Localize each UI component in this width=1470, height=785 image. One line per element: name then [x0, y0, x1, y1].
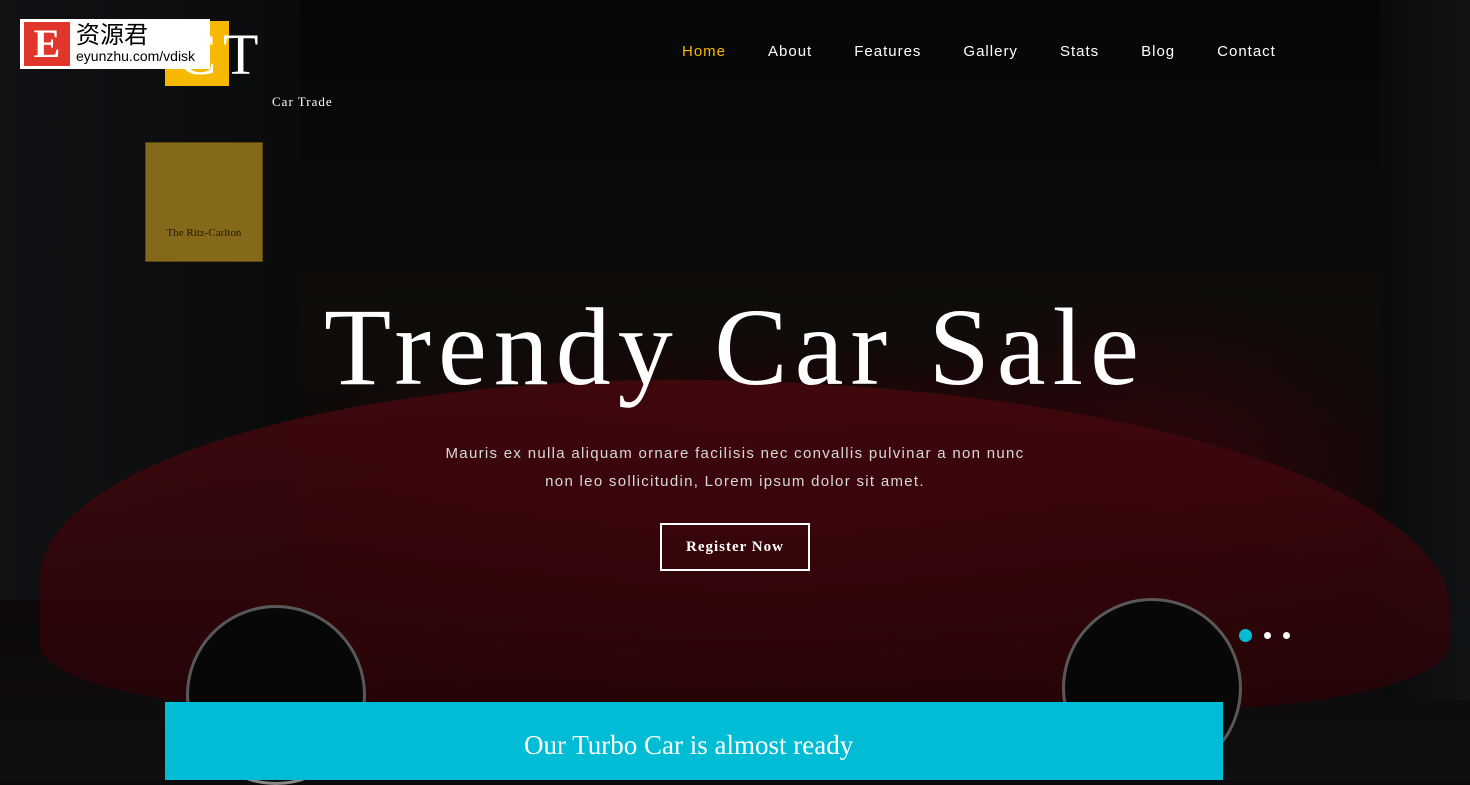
nav-home[interactable]: Home [682, 43, 726, 60]
slider-dot-3[interactable] [1283, 632, 1290, 639]
slider-dot-1[interactable] [1239, 629, 1252, 642]
nav-about[interactable]: About [768, 43, 812, 60]
nav-stats[interactable]: Stats [1060, 43, 1099, 60]
announcement-banner: Our Turbo Car is almost ready [165, 702, 1223, 780]
nav-contact[interactable]: Contact [1217, 43, 1276, 60]
slider-dots [1239, 629, 1290, 642]
register-now-button[interactable]: Register Now [660, 523, 810, 571]
main-nav: Home About Features Gallery Stats Blog C… [682, 43, 1318, 60]
watermark-logo: E [24, 22, 70, 66]
nav-features[interactable]: Features [854, 43, 921, 60]
logo-tagline: Car Trade [272, 94, 333, 109]
nav-blog[interactable]: Blog [1141, 43, 1175, 60]
watermark-title: 资源君 [76, 22, 148, 49]
banner-text: Our Turbo Car is almost ready [524, 730, 854, 760]
hero-subtitle: Mauris ex nulla aliquam ornare facilisis… [445, 445, 1025, 490]
watermark-badge: E 资源君 eyunzhu.com/vdisk [20, 19, 210, 69]
logo-letter: T [223, 22, 259, 87]
slider-dot-2[interactable] [1264, 632, 1271, 639]
nav-gallery[interactable]: Gallery [963, 43, 1018, 60]
hero-title: Trendy Car Sale [324, 286, 1146, 408]
watermark-url: eyunzhu.com/vdisk [76, 48, 196, 64]
